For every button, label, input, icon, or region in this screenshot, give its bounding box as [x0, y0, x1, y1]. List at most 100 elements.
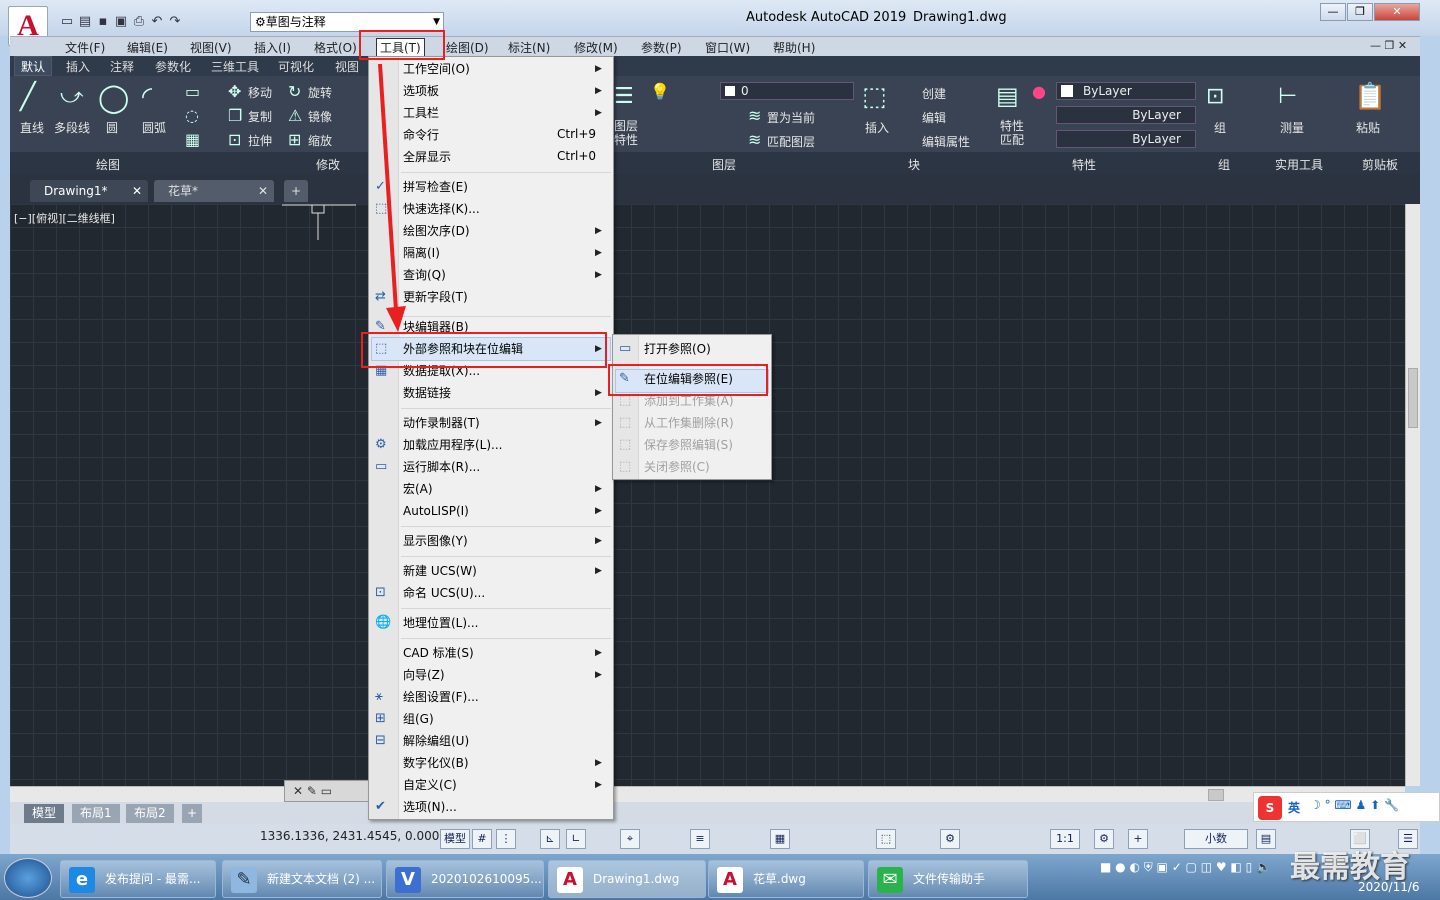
drawing-canvas[interactable]	[10, 204, 1405, 786]
match-properties-label[interactable]: 特性 匹配	[1000, 119, 1030, 147]
properties-panel-title[interactable]: 特性	[1072, 156, 1096, 173]
insert-block-icon[interactable]: ⬚	[862, 82, 887, 112]
menu-file[interactable]: 文件(F)	[65, 39, 105, 56]
tools-menu-item[interactable]: 绘图次序(D)	[403, 221, 470, 241]
ime-tools-icons[interactable]: ☽ ° ⌨ ♟ ⬆ 🔧	[1310, 798, 1399, 812]
menu-modify[interactable]: 修改(M)	[574, 39, 618, 56]
polar-icon[interactable]: ∟	[566, 829, 586, 849]
plus-icon[interactable]: +	[1128, 829, 1148, 849]
draw-circle-label[interactable]: 圆	[106, 119, 118, 136]
gear-icon[interactable]: ⚙	[1094, 829, 1114, 849]
redo-icon[interactable]: ↷	[166, 14, 184, 29]
taskbar-item-wechat[interactable]: ✉ 文件传输助手	[868, 860, 1028, 898]
modify-stretch[interactable]: 拉伸	[248, 132, 272, 149]
tools-menu-item[interactable]: 快速选择(K)...	[403, 199, 480, 219]
tab-3d-tools[interactable]: 三维工具	[211, 58, 259, 75]
tools-menu-item[interactable]: AutoLISP(I)	[403, 501, 469, 521]
block-create[interactable]: 创建	[922, 85, 946, 102]
tools-menu-item[interactable]: 选项(N)...	[403, 797, 457, 817]
tools-menu-item[interactable]: 更新字段(T)	[403, 287, 468, 307]
tab-layout2[interactable]: 布局2	[126, 804, 174, 823]
tools-menu-item[interactable]: 加载应用程序(L)...	[403, 435, 503, 455]
print-icon[interactable]: ⎙	[130, 14, 148, 29]
command-line-controls[interactable]: ✕ ✎ ▭	[284, 780, 374, 802]
color-dropdown[interactable]: ByLayer	[1056, 82, 1196, 100]
start-button[interactable]	[4, 858, 52, 898]
layer-panel-title[interactable]: 图层	[712, 156, 736, 173]
tab-model[interactable]: 模型	[24, 804, 65, 823]
tools-menu-item[interactable]: 解除编组(U)	[403, 731, 469, 751]
taskbar-item-notepad[interactable]: ✎ 新建文本文档 (2) ...	[222, 860, 382, 898]
layer-set-current[interactable]: 置为当前	[767, 109, 815, 126]
tools-menu-item[interactable]: 绘图设置(F)...	[403, 687, 479, 707]
draw-line-label[interactable]: 直线	[20, 119, 44, 136]
tab-view[interactable]: 视图	[335, 58, 359, 75]
match-layer-icon[interactable]: ≋	[748, 130, 761, 149]
block-insert-label[interactable]: 插入	[865, 119, 889, 136]
horizontal-scrollbar[interactable]	[10, 786, 1405, 802]
tools-menu-item[interactable]: 新建 UCS(W)	[403, 561, 477, 581]
ime-toolbar[interactable]: S 英 ☽ ° ⌨ ♟ ⬆ 🔧	[1253, 792, 1440, 822]
save-icon[interactable]: ▪	[94, 14, 112, 29]
modify-move[interactable]: 移动	[248, 84, 272, 101]
layer-match[interactable]: 匹配图层	[767, 133, 815, 150]
scale-icon[interactable]: ⊞	[288, 130, 301, 149]
grid-icon[interactable]: #	[472, 829, 492, 849]
layer-current-icon[interactable]: ≋	[748, 106, 761, 125]
modify-copy[interactable]: 复制	[248, 108, 272, 125]
maximize-button[interactable]: ❐	[1347, 3, 1373, 21]
scroll-thumb[interactable]	[1208, 789, 1224, 801]
tab-default[interactable]: 默认	[14, 56, 53, 76]
measure-icon[interactable]: ⊢	[1278, 84, 1297, 109]
tools-menu-item[interactable]: 动作录制器(T)	[403, 413, 480, 433]
group-icon[interactable]: ⊡	[1206, 84, 1224, 109]
tab-layout1[interactable]: 布局1	[72, 804, 120, 823]
tab-annotate[interactable]: 注释	[110, 58, 134, 75]
line-icon[interactable]: ╱	[20, 82, 36, 112]
menu-edit[interactable]: 编辑(E)	[127, 39, 168, 56]
minimize-button[interactable]: —	[1320, 3, 1346, 21]
add-layout-button[interactable]: +	[182, 804, 203, 823]
tools-menu-item[interactable]: 宏(A)	[403, 479, 433, 499]
tools-menu-item[interactable]: 拼写检查(E)	[403, 177, 468, 197]
mirror-icon[interactable]: ⚠	[288, 106, 302, 125]
block-edit[interactable]: 编辑	[922, 109, 946, 126]
tools-menu-item[interactable]: 全屏显示	[403, 147, 451, 167]
lineweight-dropdown[interactable]: ByLayer	[1056, 130, 1196, 148]
close-icon[interactable]: ✕	[132, 180, 142, 202]
group-label[interactable]: 组	[1214, 119, 1226, 136]
tab-parametric[interactable]: 参数化	[155, 58, 191, 75]
doc-tab-drawing1[interactable]: Drawing1* ✕	[30, 180, 148, 202]
ime-lang[interactable]: 英	[1288, 799, 1300, 816]
tools-menu-item[interactable]: 显示图像(Y)	[403, 531, 468, 551]
match-properties-icon[interactable]: ▤	[996, 82, 1019, 110]
rotate-icon[interactable]: ↻	[288, 82, 301, 101]
close-icon[interactable]: ✕	[258, 180, 268, 202]
layer-properties-icon[interactable]: ☰	[614, 84, 634, 109]
modify-rotate[interactable]: 旋转	[308, 84, 332, 101]
arc-icon[interactable]: ◜	[142, 82, 152, 112]
menu-dimension[interactable]: 标注(N)	[508, 39, 550, 56]
taskbar-item-browser[interactable]: e 发布提问 - 最需...	[60, 860, 216, 898]
open-file-icon[interactable]: ▤	[76, 14, 94, 29]
scroll-thumb[interactable]	[1408, 368, 1418, 428]
draw-arc-label[interactable]: 圆弧	[142, 119, 166, 136]
layer-properties-label[interactable]: 图层 特性	[614, 119, 644, 147]
taskbar-item-word[interactable]: V 2020102610095...	[386, 860, 544, 898]
tab-visualize[interactable]: 可视化	[278, 58, 314, 75]
clipboard-panel-title[interactable]: 剪贴板	[1362, 156, 1398, 173]
snap-icon[interactable]: ⋮	[496, 829, 516, 849]
tools-menu-item[interactable]: 组(G)	[403, 709, 434, 729]
draw-polyline-label[interactable]: 多段线	[54, 119, 90, 136]
menu-window[interactable]: 窗口(W)	[705, 39, 750, 56]
model-space-toggle[interactable]: 模型	[440, 829, 470, 849]
menu-help[interactable]: 帮助(H)	[773, 39, 815, 56]
doc-tab-huacao[interactable]: 花草* ✕	[154, 180, 274, 202]
lineweight-icon[interactable]: ≡	[690, 829, 710, 849]
menu-format[interactable]: 格式(O)	[314, 39, 357, 56]
tools-menu-item[interactable]: 运行脚本(R)...	[403, 457, 480, 477]
tools-menu-item[interactable]: 自定义(C)	[403, 775, 457, 795]
ortho-icon[interactable]: ⊾	[540, 829, 560, 849]
undo-icon[interactable]: ↶	[148, 14, 166, 29]
doc-window-controls[interactable]: — ❐ ✕	[1370, 39, 1407, 52]
